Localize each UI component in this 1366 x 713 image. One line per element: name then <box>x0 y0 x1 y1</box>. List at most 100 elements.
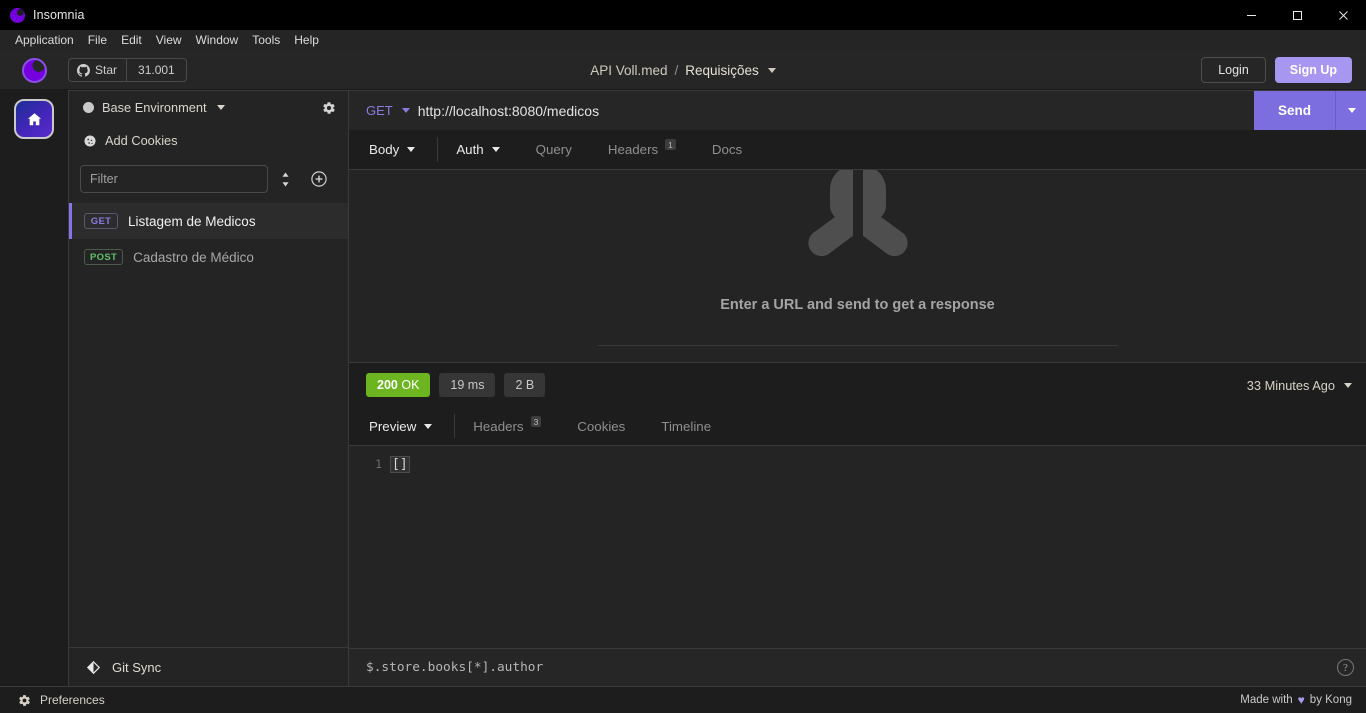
github-star-label: Star <box>95 63 118 77</box>
tab-query[interactable]: Query <box>518 130 590 169</box>
git-sync-button[interactable]: Git Sync <box>69 647 348 686</box>
environment-gear-icon[interactable] <box>322 101 336 115</box>
tab-headers-badge: 1 <box>665 139 676 150</box>
tab-timeline[interactable]: Timeline <box>643 407 729 445</box>
window-title: Insomnia <box>33 8 85 22</box>
line-number-gutter: 1 <box>349 456 391 648</box>
made-with-suffix: by Kong <box>1309 694 1352 706</box>
request-list: GET Listagem de Medicos POST Cadastro de… <box>69 203 348 647</box>
login-button[interactable]: Login <box>1201 57 1266 83</box>
insomnia-brand-icon <box>21 57 47 83</box>
cookie-icon <box>83 134 97 148</box>
filter-input[interactable] <box>80 165 268 193</box>
maximize-icon[interactable] <box>1274 0 1320 30</box>
response-history-chevron-down-icon[interactable] <box>1344 382 1352 388</box>
github-star-button[interactable]: Star 31.001 <box>68 58 187 82</box>
method-chevron-down-icon[interactable] <box>401 108 410 113</box>
menu-view[interactable]: View <box>149 31 189 50</box>
window-controls <box>1228 0 1366 30</box>
tab-auth-label: Auth <box>456 142 484 157</box>
home-button[interactable] <box>14 99 54 139</box>
tab-body-label: Body <box>369 142 400 157</box>
tab-headers[interactable]: Headers 1 <box>590 130 694 169</box>
tab-docs[interactable]: Docs <box>694 130 760 169</box>
response-time: 19 ms <box>439 373 496 397</box>
tab-response-headers[interactable]: Headers 3 <box>455 407 559 445</box>
home-icon <box>27 112 41 125</box>
method-selector[interactable]: GET <box>349 91 416 130</box>
response-body-viewer[interactable]: 1 [] <box>349 446 1366 648</box>
request-method-badge: POST <box>84 249 124 265</box>
insomnia-bug-illustration-icon <box>775 170 941 267</box>
request-body-pane: Enter a URL and send to get a response <box>349 170 1366 362</box>
response-status-bar: 200 OK 19 ms 2 B 33 Minutes Ago <box>349 362 1366 407</box>
response-history-selector[interactable]: 33 Minutes Ago <box>1247 378 1352 393</box>
empty-state-divider <box>597 345 1118 346</box>
breadcrumb-current[interactable]: Requisições <box>685 63 759 78</box>
response-body-line: [] <box>390 456 410 473</box>
github-icon <box>77 63 90 77</box>
send-label: Send <box>1254 91 1336 130</box>
request-item-listagem-de-medicos[interactable]: GET Listagem de Medicos <box>69 203 348 239</box>
tab-response-headers-badge: 3 <box>530 416 542 427</box>
tab-cookies-label: Cookies <box>577 418 626 434</box>
send-chevron-down-icon[interactable] <box>1336 91 1366 130</box>
tab-preview-chevron-down-icon[interactable] <box>424 423 433 429</box>
made-with-prefix: Made with <box>1240 694 1293 706</box>
status-text: OK <box>401 378 420 392</box>
request-tabbar: Body Auth Query Headers 1 Docs <box>349 130 1366 170</box>
sort-icon[interactable] <box>268 165 302 193</box>
status-bar: Preferences Made with ♥ by Kong <box>0 686 1366 713</box>
breadcrumb-workspace[interactable]: API Voll.med <box>590 63 667 78</box>
github-star-count: 31.001 <box>138 63 175 77</box>
app-header: Star 31.001 API Voll.med / Requisições L… <box>0 51 1366 90</box>
help-icon[interactable]: ? <box>1337 659 1354 676</box>
close-icon[interactable] <box>1320 0 1366 30</box>
tab-body-chevron-down-icon[interactable] <box>407 147 416 152</box>
add-request-icon[interactable] <box>302 165 336 193</box>
minimize-icon[interactable] <box>1228 0 1274 30</box>
request-method-badge: GET <box>84 213 118 229</box>
app-body: Base Environment Add Cookies Filter GET … <box>0 90 1366 686</box>
tab-auth[interactable]: Auth <box>438 130 517 169</box>
tab-auth-chevron-down-icon[interactable] <box>491 147 500 152</box>
method-label: GET <box>366 103 393 118</box>
menu-help[interactable]: Help <box>287 31 326 50</box>
add-cookies-button[interactable]: Add Cookies <box>69 124 348 157</box>
response-size: 2 B <box>504 373 546 397</box>
status-badge: 200 OK <box>366 373 431 397</box>
send-button[interactable]: Send <box>1254 91 1366 130</box>
tab-body[interactable]: Body <box>349 130 437 169</box>
tab-query-label: Query <box>535 142 572 157</box>
request-item-cadastro-de-medico[interactable]: POST Cadastro de Médico <box>69 239 348 275</box>
menu-file[interactable]: File <box>81 31 114 50</box>
tab-response-headers-label: Headers <box>473 418 524 434</box>
menu-application[interactable]: Application <box>8 31 81 50</box>
signup-button[interactable]: Sign Up <box>1274 57 1352 83</box>
preferences-button[interactable]: Preferences <box>18 693 105 707</box>
environment-selector[interactable]: Base Environment <box>69 91 348 124</box>
insomnia-window: Insomnia Application File Edit View Wind… <box>0 0 1366 713</box>
menu-edit[interactable]: Edit <box>114 31 149 50</box>
response-code: [] <box>390 456 410 648</box>
jsonpath-filter-input[interactable] <box>366 660 1337 675</box>
empty-state-message: Enter a URL and send to get a response <box>720 297 995 313</box>
tab-preview[interactable]: Preview <box>349 407 454 445</box>
activity-rail <box>0 90 68 686</box>
sidebar-filter-row <box>69 157 348 203</box>
tab-cookies[interactable]: Cookies <box>559 407 643 445</box>
app-logo <box>0 57 68 83</box>
breadcrumb-chevron-down-icon[interactable] <box>767 67 776 73</box>
insomnia-logo-icon <box>10 7 25 23</box>
url-input[interactable]: http://localhost:8080/medicos <box>416 91 1254 130</box>
breadcrumb-separator: / <box>674 62 679 78</box>
tab-timeline-label: Timeline <box>661 418 712 434</box>
menu-window[interactable]: Window <box>189 31 246 50</box>
environment-chevron-down-icon[interactable] <box>216 105 225 110</box>
tab-preview-label: Preview <box>369 418 417 434</box>
response-filter-bar: ? <box>349 648 1366 686</box>
breadcrumb: API Voll.med / Requisições <box>0 63 1366 78</box>
status-code: 200 <box>377 378 398 392</box>
menu-tools[interactable]: Tools <box>245 31 287 50</box>
line-number: 1 <box>375 457 382 471</box>
